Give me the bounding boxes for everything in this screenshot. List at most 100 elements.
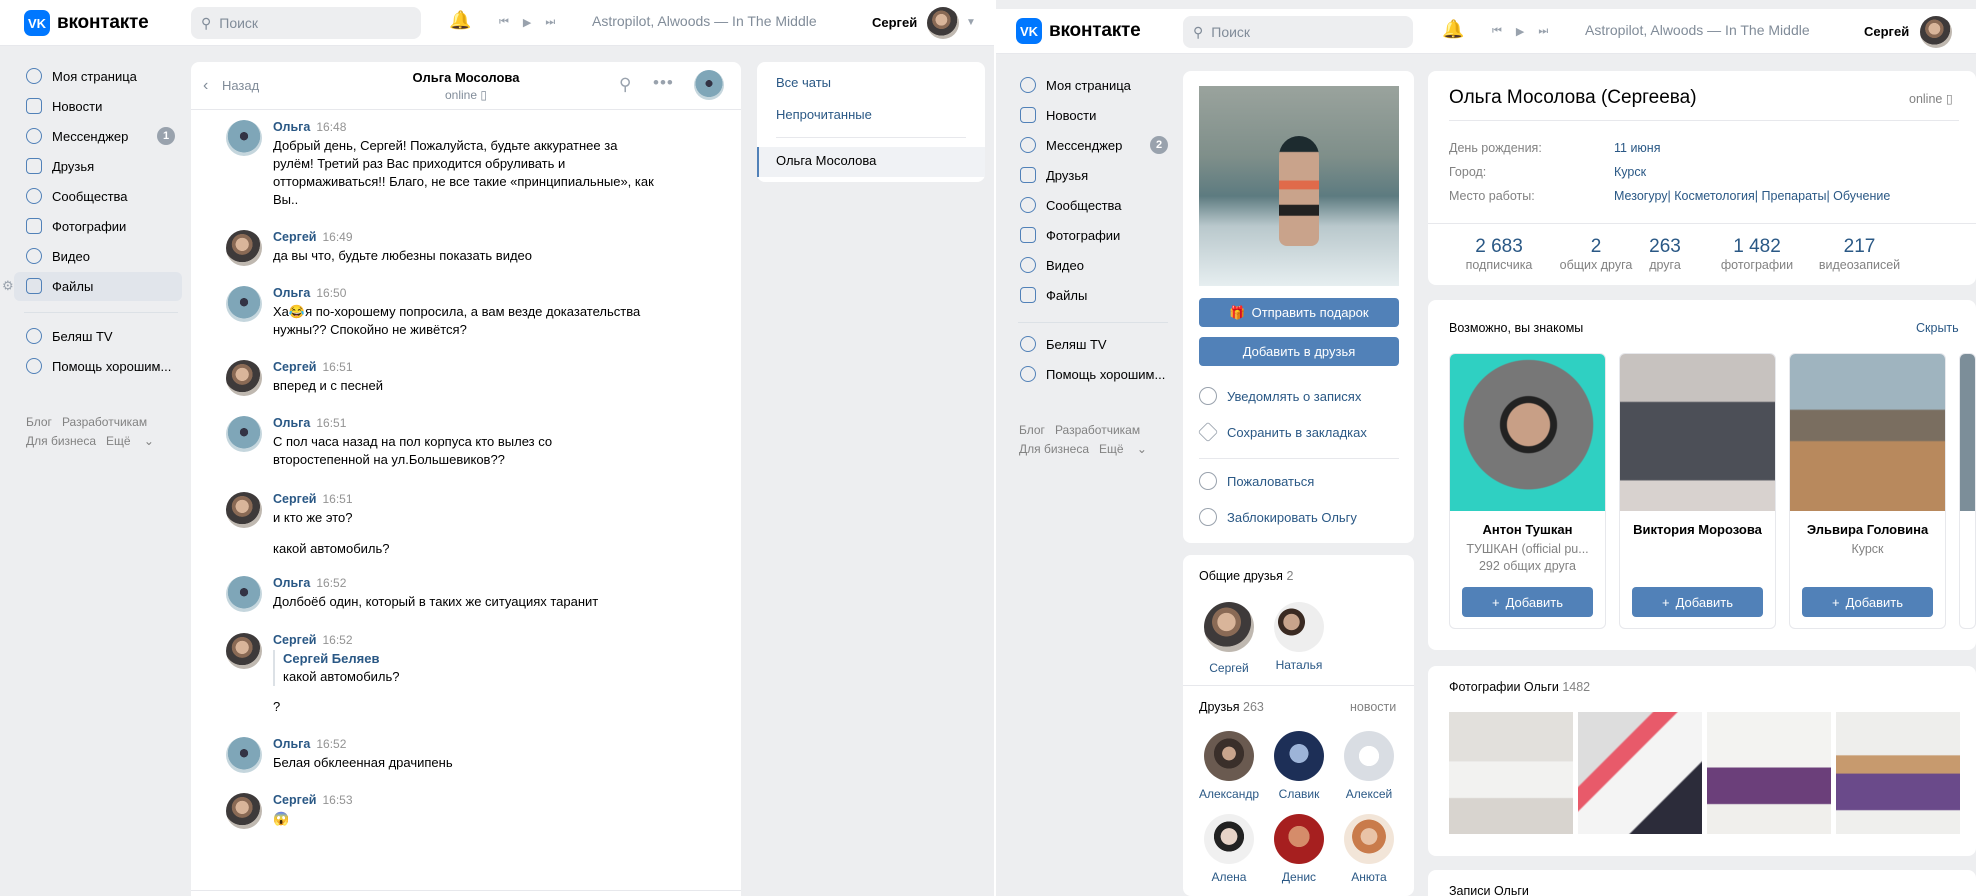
nav-item-6[interactable]: Видео bbox=[26, 242, 90, 270]
nav-item-5[interactable]: Фотографии bbox=[1020, 221, 1120, 249]
friend-item[interactable]: Денис bbox=[1264, 814, 1334, 884]
message-avatar[interactable] bbox=[226, 416, 262, 452]
friend-item[interactable]: Анюта bbox=[1334, 814, 1404, 884]
message-author[interactable]: Ольга bbox=[273, 416, 310, 430]
footer-business-link[interactable]: Для бизнеса bbox=[1019, 442, 1089, 456]
vk-logo[interactable]: VK вконтакте bbox=[1016, 18, 1141, 44]
profile-counter[interactable]: 217 видеозаписей bbox=[1802, 236, 1917, 272]
user-avatar[interactable] bbox=[927, 7, 959, 39]
message-avatar[interactable] bbox=[226, 360, 262, 396]
chevron-down-icon[interactable]: ▼ bbox=[966, 17, 976, 28]
profile-photo[interactable] bbox=[1199, 86, 1399, 286]
footer-blog-link[interactable]: Блог bbox=[1019, 423, 1045, 437]
friend-item[interactable]: Славик bbox=[1264, 731, 1334, 801]
suggestion-photo[interactable] bbox=[1790, 354, 1945, 511]
nav-item-7[interactable]: Файлы bbox=[1020, 281, 1087, 309]
reply-quote[interactable]: Сергей Беляев какой автомобиль? bbox=[273, 650, 673, 686]
add-suggestion-button[interactable]: + Добавить bbox=[1462, 587, 1593, 617]
bell-icon[interactable]: 🔔 bbox=[1442, 19, 1464, 40]
footer-blog-link[interactable]: Блог bbox=[26, 415, 52, 429]
message-author[interactable]: Сергей bbox=[273, 360, 316, 374]
profile-counter[interactable]: 1 482 фотографии bbox=[1707, 236, 1807, 272]
birthday-value[interactable]: 11 июня bbox=[1614, 141, 1660, 155]
message-avatar[interactable] bbox=[226, 793, 262, 829]
selected-chat-name[interactable]: Ольга Мосолова bbox=[776, 153, 876, 168]
nav-item-extra-1[interactable]: Помощь хорошим... bbox=[1020, 360, 1165, 388]
nav-item-2[interactable]: Мессенджер bbox=[26, 122, 128, 150]
add-friend-button[interactable]: Добавить в друзья bbox=[1199, 337, 1399, 366]
mutual-friend[interactable]: Сергей bbox=[1194, 602, 1264, 675]
notify-posts-action[interactable]: Уведомлять о записях bbox=[1199, 387, 1361, 405]
nav-item-4[interactable]: Сообщества bbox=[1020, 191, 1122, 219]
all-chats-link[interactable]: Все чаты bbox=[776, 75, 831, 90]
previous-track-icon[interactable]: ⏮ bbox=[499, 16, 509, 29]
mutual-friends-title[interactable]: Общие друзья 2 bbox=[1199, 569, 1293, 583]
bookmark-action[interactable]: Сохранить в закладках bbox=[1197, 421, 1367, 443]
photos-title[interactable]: Фотографии Ольги 1482 bbox=[1449, 680, 1590, 694]
work-value[interactable]: Мезогуру| Косметология| Препараты| Обуче… bbox=[1614, 189, 1890, 203]
friends-news-link[interactable]: новости bbox=[1350, 700, 1396, 714]
message-author[interactable]: Ольга bbox=[273, 737, 310, 751]
footer-more-link[interactable]: Ещё ⌄ bbox=[106, 434, 154, 448]
nav-item-5[interactable]: Фотографии bbox=[26, 212, 126, 240]
friends-title[interactable]: Друзья 263 bbox=[1199, 700, 1264, 714]
nav-item-3[interactable]: Друзья bbox=[1020, 161, 1088, 189]
message-avatar[interactable] bbox=[226, 737, 262, 773]
add-suggestion-button[interactable]: + Добавить bbox=[1632, 587, 1763, 617]
friend-item[interactable]: Александр bbox=[1194, 731, 1264, 801]
nav-item-3[interactable]: Друзья bbox=[26, 152, 94, 180]
message-avatar[interactable] bbox=[226, 120, 262, 156]
message-avatar[interactable] bbox=[226, 576, 262, 612]
message-avatar[interactable] bbox=[226, 633, 262, 669]
footer-business-link[interactable]: Для бизнеса bbox=[26, 434, 96, 448]
bell-icon[interactable]: 🔔 bbox=[449, 10, 471, 31]
play-icon[interactable]: ▶ bbox=[523, 16, 531, 29]
nav-item-1[interactable]: Новости bbox=[1020, 101, 1096, 129]
message-avatar[interactable] bbox=[226, 230, 262, 266]
friend-item[interactable]: Алексей bbox=[1334, 731, 1404, 801]
suggestion-name[interactable]: Антон Тушкан bbox=[1450, 522, 1605, 537]
suggestion-card[interactable]: Виктория Морозова + Добавить bbox=[1619, 353, 1776, 629]
photo-thumbnail[interactable] bbox=[1449, 712, 1573, 834]
profile-counter[interactable]: 263 друга bbox=[1635, 236, 1695, 272]
next-track-icon[interactable]: ⏭ bbox=[1538, 25, 1548, 38]
suggestion-card[interactable]: Эльвира Головина Курск + Добавить bbox=[1789, 353, 1946, 629]
block-action[interactable]: Заблокировать Ольгу bbox=[1199, 508, 1357, 526]
now-playing-title[interactable]: Astropilot, Alwoods — In The Middle bbox=[592, 13, 817, 29]
mutual-friend[interactable]: Наталья bbox=[1264, 602, 1334, 672]
now-playing-title[interactable]: Astropilot, Alwoods — In The Middle bbox=[1585, 22, 1810, 38]
hide-suggestions-link[interactable]: Скрыть bbox=[1916, 321, 1959, 335]
city-value[interactable]: Курск bbox=[1614, 165, 1646, 179]
profile-counter[interactable]: 2 общих друга bbox=[1556, 236, 1636, 272]
user-avatar[interactable] bbox=[1920, 16, 1952, 48]
nav-item-0[interactable]: Моя страница bbox=[26, 62, 137, 90]
play-icon[interactable]: ▶ bbox=[1516, 25, 1524, 38]
search-input[interactable]: ⚲ Поиск bbox=[191, 7, 421, 39]
report-action[interactable]: Пожаловаться bbox=[1199, 472, 1314, 490]
nav-item-2[interactable]: Мессенджер bbox=[1020, 131, 1122, 159]
nav-item-1[interactable]: Новости bbox=[26, 92, 102, 120]
suggestion-card[interactable]: Антон Тушкан ТУШКАН (official pu... 292 об… bbox=[1449, 353, 1606, 629]
nav-item-0[interactable]: Моя страница bbox=[1020, 71, 1131, 99]
message-author[interactable]: Ольга bbox=[273, 286, 310, 300]
next-track-icon[interactable]: ⏭ bbox=[545, 16, 555, 29]
nav-item-4[interactable]: Сообщества bbox=[26, 182, 128, 210]
nav-item-7[interactable]: Файлы bbox=[26, 272, 93, 300]
footer-devs-link[interactable]: Разработчикам bbox=[62, 415, 147, 429]
add-suggestion-button[interactable]: + Добавить bbox=[1802, 587, 1933, 617]
message-author[interactable]: Ольга bbox=[273, 576, 310, 590]
message-author[interactable]: Сергей bbox=[273, 230, 316, 244]
photo-thumbnail[interactable] bbox=[1578, 712, 1702, 834]
photo-thumbnail[interactable] bbox=[1836, 712, 1960, 834]
suggestion-name[interactable]: Эльвира Головина bbox=[1790, 522, 1945, 537]
search-input[interactable]: ⚲ Поиск bbox=[1183, 16, 1413, 48]
search-icon[interactable]: ⚲ bbox=[619, 75, 631, 95]
suggestion-name[interactable]: Виктория Морозова bbox=[1620, 522, 1775, 537]
nav-item-extra-0[interactable]: Беляш TV bbox=[26, 322, 113, 350]
photo-thumbnail[interactable] bbox=[1707, 712, 1831, 834]
suggestion-card-partial[interactable] bbox=[1959, 353, 1976, 629]
message-author[interactable]: Сергей bbox=[273, 793, 316, 807]
message-author[interactable]: Сергей bbox=[273, 492, 316, 506]
suggestion-photo[interactable] bbox=[1620, 354, 1775, 511]
suggestion-photo[interactable] bbox=[1450, 354, 1605, 511]
